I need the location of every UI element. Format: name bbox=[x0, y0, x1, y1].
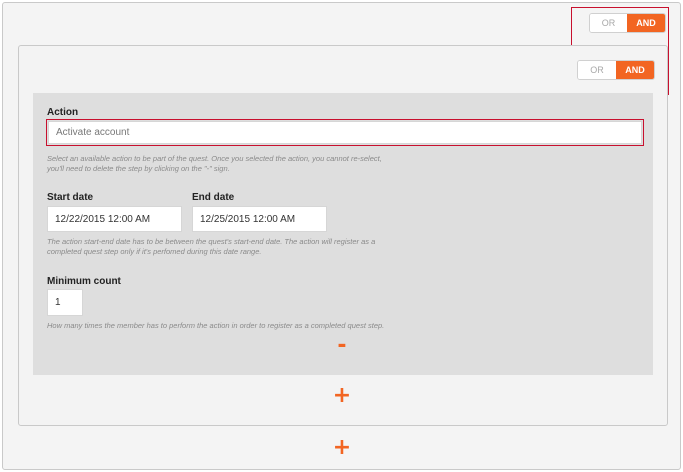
inner-or-and-toggle[interactable]: OR AND bbox=[577, 60, 655, 80]
action-help-line-2: you'll need to delete the step by clicki… bbox=[47, 164, 230, 173]
minimum-count-help: How many times the member has to perform… bbox=[47, 321, 385, 330]
add-step-button[interactable]: + bbox=[330, 383, 354, 409]
end-date-input[interactable]: 12/25/2015 12:00 AM bbox=[192, 206, 327, 232]
outer-or-option[interactable]: OR bbox=[590, 14, 628, 32]
action-help-line-1: Select an available action to be part of… bbox=[47, 154, 382, 163]
minimum-count-input[interactable]: 1 bbox=[47, 289, 83, 316]
inner-or-option[interactable]: OR bbox=[578, 61, 616, 79]
outer-or-and-toggle[interactable]: OR AND bbox=[589, 13, 666, 33]
inner-and-option[interactable]: AND bbox=[616, 61, 654, 79]
end-date-label: End date bbox=[192, 192, 235, 203]
date-help-line-1: The action start-end date has to be betw… bbox=[47, 237, 376, 246]
remove-step-button[interactable]: - bbox=[332, 333, 352, 359]
date-help-line-2: completed quest step only if it's perfom… bbox=[47, 247, 262, 256]
start-date-input[interactable]: 12/22/2015 12:00 AM bbox=[47, 206, 182, 232]
action-select[interactable]: Activate account bbox=[48, 121, 642, 144]
start-date-label: Start date bbox=[47, 192, 94, 203]
action-label: Action bbox=[47, 107, 79, 118]
add-group-button[interactable]: + bbox=[330, 435, 354, 461]
minimum-count-label: Minimum count bbox=[47, 276, 121, 287]
outer-and-option[interactable]: AND bbox=[627, 14, 665, 32]
